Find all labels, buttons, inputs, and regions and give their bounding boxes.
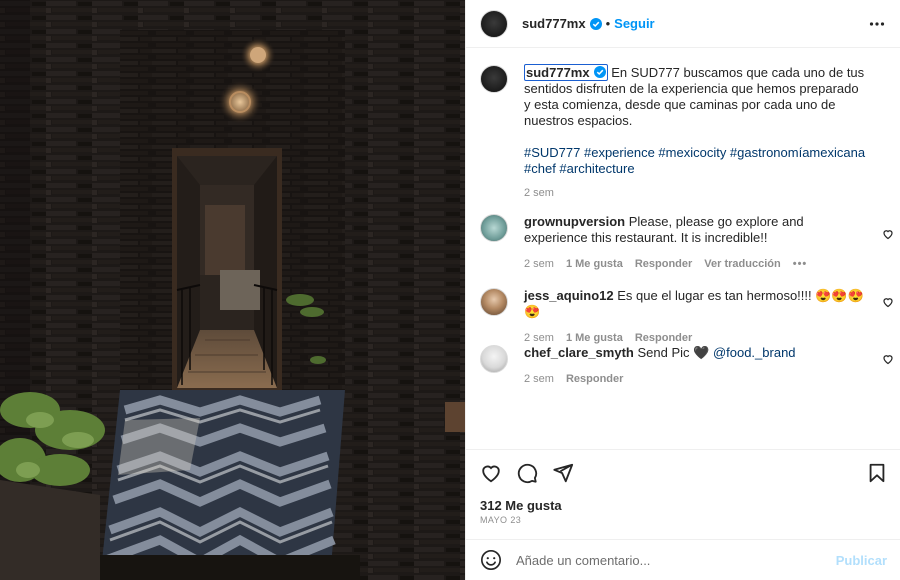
comment-translate-button[interactable]: Ver traducción <box>704 256 780 272</box>
caption-time: 2 sem <box>524 187 554 199</box>
post-side-panel: sud777mx • Seguir sud777mx En SUD777 bus… <box>465 0 900 580</box>
commenter-avatar[interactable] <box>480 345 508 373</box>
caption-username[interactable]: sud777mx <box>524 64 608 81</box>
header-separator: • <box>605 16 611 31</box>
comment-like-heart-icon[interactable] <box>882 353 894 365</box>
post-date: MAYO 23 <box>480 515 522 525</box>
likes-count[interactable]: 312 Me gusta <box>480 498 562 513</box>
follow-button[interactable]: Seguir <box>614 16 654 31</box>
comment-reply-button[interactable]: Responder <box>635 256 692 272</box>
heart-icon[interactable] <box>480 462 502 484</box>
comment-like-heart-icon[interactable] <box>882 296 894 308</box>
caption-hashtags[interactable]: #SUD777 #experience #mexicocity #gastron… <box>524 145 866 177</box>
publish-button[interactable]: Publicar <box>836 553 887 568</box>
comment-meta: 2 sem Responder <box>524 371 866 387</box>
comment-like-heart-icon[interactable] <box>882 228 894 240</box>
comment-body: grownupversion Please, please go explore… <box>524 214 866 272</box>
comment-body: chef_clare_smyth Send Pic 🖤 @food._brand… <box>524 345 866 387</box>
comment-text: Send Pic 🖤 <box>637 345 710 360</box>
post-photo-image <box>0 0 465 580</box>
instagram-post: sud777mx • Seguir sud777mx En SUD777 bus… <box>0 0 900 580</box>
caption-avatar[interactable] <box>480 65 508 93</box>
comment-body: jess_aquino12 Es que el lugar es tan her… <box>524 288 866 346</box>
author-username[interactable]: sud777mx <box>522 16 586 31</box>
comment-username[interactable]: jess_aquino12 <box>524 288 614 303</box>
caption-text-block: sud777mx En SUD777 buscamos que cada uno… <box>524 64 866 129</box>
comment-likes-count[interactable]: 1 Me gusta <box>566 330 623 346</box>
emoji-icon[interactable] <box>480 549 502 571</box>
comment-more-icon[interactable]: ••• <box>793 256 808 272</box>
comment-meta: 2 sem 1 Me gusta Responder Ver traducció… <box>524 256 866 272</box>
comment-time: 2 sem <box>524 373 554 385</box>
comment-composer: Publicar <box>466 539 900 580</box>
author-avatar[interactable] <box>480 9 508 38</box>
caption-body: sud777mx En SUD777 buscamos que cada uno… <box>524 64 866 201</box>
comments-list[interactable]: sud777mx En SUD777 buscamos que cada uno… <box>466 49 900 449</box>
post-photo[interactable] <box>0 0 465 580</box>
caption-meta: 2 sem <box>524 185 866 201</box>
comment-text-block: jess_aquino12 Es que el lugar es tan her… <box>524 288 866 320</box>
comment-input[interactable] <box>516 552 816 568</box>
commenter-avatar[interactable] <box>480 214 508 242</box>
caption-username-text: sud777mx <box>526 65 590 80</box>
comment-icon[interactable] <box>516 462 538 484</box>
save-icon[interactable] <box>866 462 888 484</box>
comment-time: 2 sem <box>524 332 554 344</box>
comment-username[interactable]: grownupversion <box>524 214 625 229</box>
more-options-icon[interactable] <box>869 16 885 32</box>
verified-badge-icon <box>593 66 606 78</box>
commenter-avatar[interactable] <box>480 288 508 316</box>
comment-reply-button[interactable]: Responder <box>566 371 623 387</box>
comment-likes-count[interactable]: 1 Me gusta <box>566 256 623 272</box>
comment-text-block: grownupversion Please, please go explore… <box>524 214 866 246</box>
post-actions: 312 Me gusta MAYO 23 <box>466 449 900 539</box>
share-icon[interactable] <box>552 462 574 484</box>
comment-time: 2 sem <box>524 258 554 270</box>
comment-text-block: chef_clare_smyth Send Pic 🖤 @food._brand <box>524 345 866 361</box>
comment-meta: 2 sem 1 Me gusta Responder <box>524 330 866 346</box>
comment-mention[interactable]: @food._brand <box>713 345 796 360</box>
post-header: sud777mx • Seguir <box>466 0 900 48</box>
comment-reply-button[interactable]: Responder <box>635 330 692 346</box>
comment-username[interactable]: chef_clare_smyth <box>524 345 634 360</box>
verified-badge-icon <box>589 17 602 30</box>
